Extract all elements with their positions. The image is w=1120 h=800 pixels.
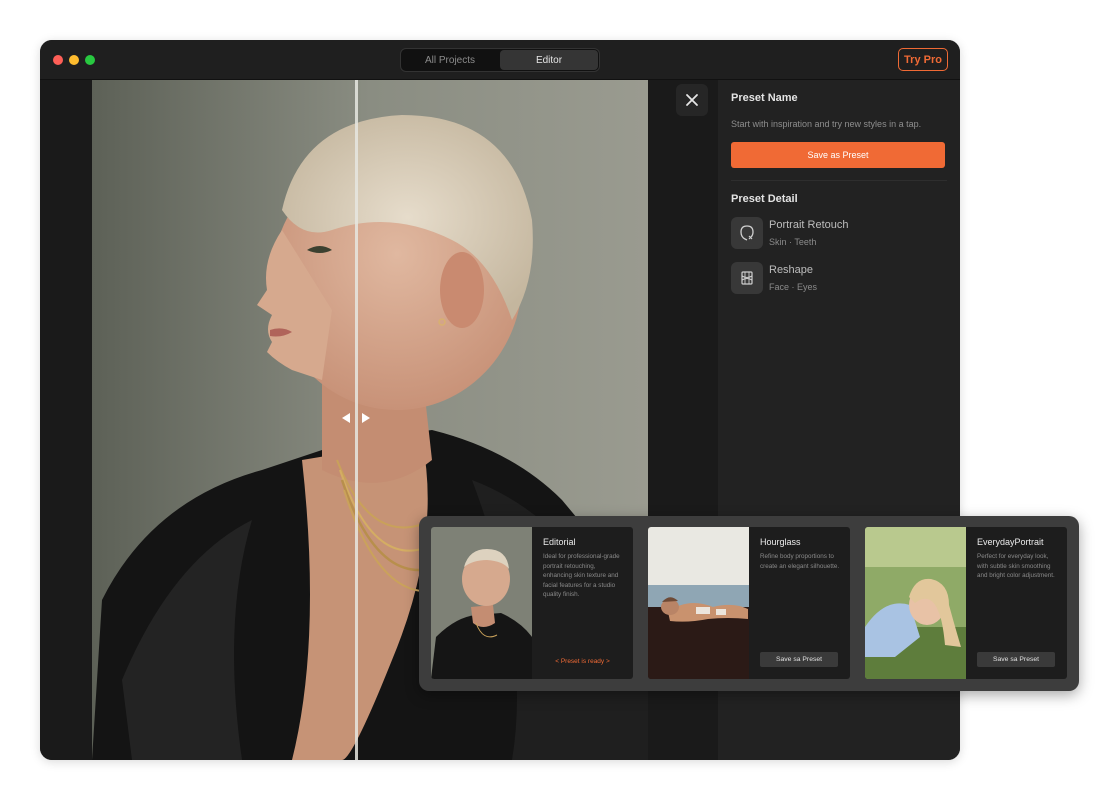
divider — [731, 180, 947, 181]
preset-thumbnail — [431, 527, 532, 679]
view-switcher: All Projects Editor — [400, 48, 600, 72]
preset-tray: Editorial Ideal for professional-grade p… — [419, 516, 1079, 691]
preset-description: Refine body proportions to create an ele… — [760, 553, 840, 570]
body-reshape-icon — [731, 262, 763, 294]
tab-all-projects[interactable]: All Projects — [401, 49, 499, 71]
close-editor-button[interactable] — [676, 84, 708, 116]
save-preset-button[interactable]: Save sa Preset — [760, 652, 838, 667]
save-as-preset-button[interactable]: Save as Preset — [731, 142, 945, 168]
try-pro-button[interactable]: Try Pro — [898, 48, 948, 71]
preset-title: Hourglass — [760, 537, 801, 547]
preset-detail-title: Preset Detail — [731, 193, 798, 205]
preset-ready-status: < Preset is ready > — [555, 658, 610, 665]
close-window-button[interactable] — [53, 55, 63, 65]
detail-sub: Skin · Teeth — [769, 237, 817, 247]
preset-description: Start with inspiration and try new style… — [731, 119, 922, 129]
preset-name-title: Preset Name — [731, 92, 798, 104]
preset-thumbnail — [648, 527, 749, 679]
detail-item-reshape[interactable]: Reshape Face · Eyes — [731, 262, 947, 294]
preset-title: EverydayPortrait — [977, 537, 1044, 547]
detail-sub: Face · Eyes — [769, 282, 818, 292]
preset-card-everyday-portrait[interactable]: EverydayPortrait Perfect for everyday lo… — [865, 527, 1067, 679]
save-preset-button[interactable]: Save sa Preset — [977, 652, 1055, 667]
preset-card-hourglass[interactable]: Hourglass Refine body proportions to cre… — [648, 527, 850, 679]
preset-title: Editorial — [543, 537, 576, 547]
minimize-window-button[interactable] — [69, 55, 79, 65]
zoom-window-button[interactable] — [85, 55, 95, 65]
preset-description: Ideal for professional-grade portrait re… — [543, 553, 620, 599]
preset-description: Perfect for everyday look, with subtle s… — [977, 553, 1055, 580]
close-icon — [686, 94, 698, 106]
detail-name: Reshape — [769, 264, 814, 276]
face-retouch-icon — [731, 217, 763, 249]
detail-name: Portrait Retouch — [769, 219, 849, 231]
tab-editor[interactable]: Editor — [500, 50, 598, 70]
preset-thumbnail — [865, 527, 966, 679]
detail-item-portrait-retouch[interactable]: Portrait Retouch Skin · Teeth — [731, 217, 947, 249]
title-bar: All Projects Editor Try Pro — [40, 40, 960, 80]
preset-card-editorial[interactable]: Editorial Ideal for professional-grade p… — [431, 527, 633, 679]
